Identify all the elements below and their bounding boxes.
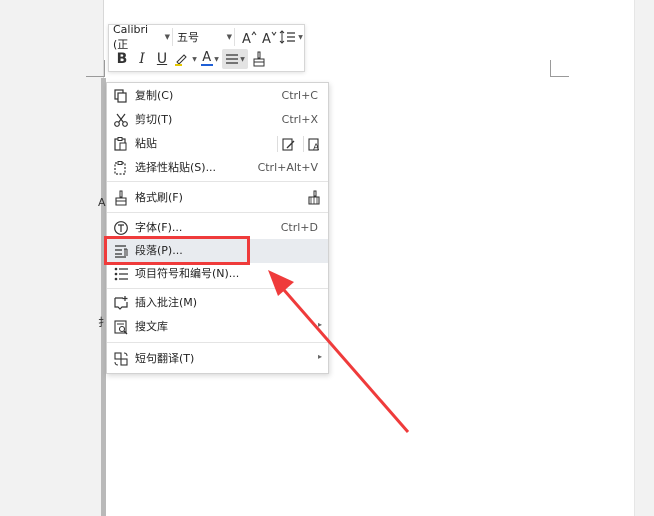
menu-item-format-painter[interactable]: 格式刷(F) [107,186,328,210]
shrink-font-icon: A [262,31,277,45]
menu-item-label: 复制(C) [135,89,174,102]
highlight-button[interactable]: ▼ [172,49,198,69]
line-spacing-button[interactable]: ▼ [279,27,303,47]
underline-button[interactable]: U [152,49,172,69]
font-size-value: 五号 [177,31,199,44]
chevron-down-icon: ▼ [192,55,197,63]
scissors-icon [113,112,129,128]
menu-item-label: 字体(F)... [135,221,183,234]
menu-separator [107,288,328,289]
paste-text-only-icon[interactable]: A [303,136,324,153]
align-justify-icon [226,54,239,64]
clipboard-icon [113,136,129,152]
menu-item-paste[interactable]: 粘贴 A [107,132,328,156]
bold-button[interactable]: B [112,49,132,69]
paste-keep-format-icon[interactable] [277,136,298,152]
context-menu: 复制(C) Ctrl+C 剪切(T) Ctrl+X 粘贴 A 选择性粘贴(S).… [106,82,329,374]
font-circle-icon [113,220,129,236]
menu-item-copy[interactable]: 复制(C) Ctrl+C [107,84,328,108]
chevron-down-icon: ▼ [226,33,232,41]
comment-add-icon [113,295,129,311]
menu-item-label: 短句翻译(T) [135,352,195,365]
grow-font-icon: A [242,31,257,45]
chevron-down-icon: ▼ [214,55,219,63]
menu-separator [107,212,328,213]
font-color-bar [201,64,214,66]
margin-corner-top-left [86,60,105,77]
annotation-highlight-box [104,236,250,265]
menu-item-shortcut: Ctrl+X [281,113,318,126]
italic-button[interactable]: I [132,49,152,69]
align-button[interactable]: ▼ [222,49,248,69]
menu-item-paste-special[interactable]: 选择性粘贴(S)... Ctrl+Alt+V [107,156,328,180]
menu-item-translate[interactable]: 短句翻译(T) ▸ [107,347,328,371]
format-painter-icon [253,51,265,67]
decrease-font-button[interactable]: A [259,27,279,47]
doc-text-fragment: A [98,196,106,209]
chevron-down-icon: ▼ [298,33,303,41]
svg-text:A: A [242,32,251,45]
chevron-right-icon: ▸ [317,352,322,361]
menu-item-label: 选择性粘贴(S)... [135,161,217,174]
font-color-button[interactable]: A ▼ [198,49,222,69]
font-name-dropdown[interactable]: Calibri (正 ▼ [111,23,173,51]
margin-corner-top-right [550,60,569,77]
chevron-down-icon: ▼ [240,55,245,63]
menu-item-label: 粘贴 [135,137,157,150]
font-color-letter: A [202,50,212,65]
menu-separator [107,181,328,182]
svg-text:A: A [262,32,271,45]
format-painter-button[interactable] [248,49,270,69]
menu-item-shortcut: Ctrl+Alt+V [257,161,318,174]
copy-icon [113,88,129,104]
menu-item-bullets-numbering[interactable]: 项目符号和编号(N)... [107,262,328,286]
menu-item-shortcut: Ctrl+C [281,89,318,102]
translate-icon [113,351,129,367]
menu-separator [107,342,328,343]
highlighter-icon [175,54,187,66]
chevron-right-icon: ▸ [317,320,322,329]
menu-item-insert-comment[interactable]: 插入批注(M) [107,291,328,315]
font-size-dropdown[interactable]: 五号 ▼ [175,28,235,46]
line-spacing-icon [279,30,296,44]
search-document-icon [113,319,129,335]
menu-item-search-library[interactable]: 搜文库 ▸ [107,315,328,339]
paste-special-icon [113,160,129,176]
format-painter-icon [113,190,129,206]
menu-item-label: 项目符号和编号(N)... [135,267,240,280]
format-painter-lock-icon[interactable] [307,190,323,206]
menu-item-label: 格式刷(F) [135,191,183,204]
menu-item-cut[interactable]: 剪切(T) Ctrl+X [107,108,328,132]
menu-item-label: 插入批注(M) [135,296,198,309]
svg-text:A: A [313,143,320,152]
increase-font-button[interactable]: A [239,27,259,47]
chevron-down-icon: ▼ [164,33,170,41]
menu-item-label: 剪切(T) [135,113,173,126]
menu-item-label: 搜文库 [135,320,168,333]
mini-toolbar: Calibri (正 ▼ 五号 ▼ A A ▼ B I U ▼ A ▼ ▼ [108,23,305,72]
bullet-list-icon [113,266,129,282]
menu-item-shortcut: Ctrl+D [280,221,318,234]
